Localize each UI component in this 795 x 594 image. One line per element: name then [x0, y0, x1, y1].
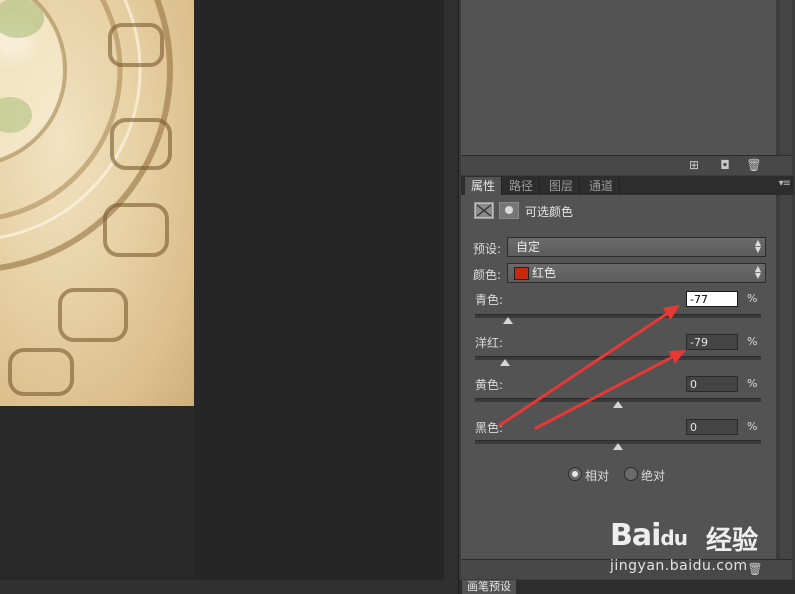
camera-icon[interactable]: ◘: [717, 158, 733, 172]
preset-value: 自定: [516, 240, 541, 254]
scrollbar[interactable]: [780, 0, 792, 155]
panel-footer: ⊞ ◘ 🗑: [461, 155, 792, 175]
tab-paths[interactable]: 路径: [503, 177, 541, 195]
baidu-watermark: Baidu 经验 jingyan.baidu.com: [610, 510, 795, 580]
panel-tabs: 属性 路径 图层 通道 ▾≡: [461, 176, 794, 195]
absolute-radio[interactable]: [624, 467, 638, 481]
slider-label-magenta: 洋红:: [475, 336, 504, 350]
colors-label: 颜色:: [473, 268, 502, 282]
preset-select[interactable]: 自定 ▲ ▼: [507, 237, 766, 257]
tab-layers[interactable]: 图层: [543, 177, 581, 195]
slider-label-cyan: 青色:: [475, 293, 504, 307]
slider-label-black: 黑色:: [475, 421, 504, 435]
magenta-slider-track[interactable]: [475, 356, 761, 360]
percent-unit: %: [747, 420, 758, 433]
preset-label: 预设:: [473, 242, 502, 256]
trash-icon[interactable]: 🗑: [746, 158, 762, 172]
relative-label: 相对: [585, 469, 610, 483]
percent-unit: %: [747, 377, 758, 390]
absolute-label: 绝对: [641, 469, 666, 483]
color-swatch: [514, 267, 529, 280]
panel-gutter: [444, 0, 458, 594]
new-layer-icon[interactable]: ⊞: [686, 158, 702, 172]
scrollbar[interactable]: [780, 195, 792, 559]
watermark-url: jingyan.baidu.com: [610, 558, 748, 574]
panel-content-area: [461, 0, 776, 155]
select-arrows-icon: ▲ ▼: [754, 264, 761, 280]
status-bar: [0, 580, 458, 594]
watermark-cn: 经验: [706, 526, 759, 556]
colors-value: 红色: [532, 266, 557, 280]
glass-dish-illustration: [0, 0, 173, 396]
adjustment-layer-icon: [474, 202, 494, 219]
layers-panel: ⊞ ◘ 🗑: [458, 0, 795, 176]
tab-brush-presets[interactable]: 画笔预设: [462, 580, 516, 594]
black-slider-thumb[interactable]: [613, 443, 623, 450]
tab-properties[interactable]: 属性: [465, 177, 503, 195]
magenta-input[interactable]: -79: [686, 334, 738, 350]
yellow-input[interactable]: 0: [686, 376, 738, 392]
brush-presets-panel: 画笔预设: [458, 580, 795, 594]
tab-channels[interactable]: 通道: [583, 177, 621, 195]
layer-mask-icon[interactable]: [499, 202, 519, 219]
relative-radio[interactable]: [568, 467, 582, 481]
workspace-background: [194, 0, 444, 594]
yellow-slider-thumb[interactable]: [613, 401, 623, 408]
percent-unit: %: [747, 335, 758, 348]
select-arrows-icon: ▲ ▼: [754, 238, 761, 254]
properties-body: 可选颜色 预设: 自定 ▲ ▼ 颜色: 红色 ▲ ▼ 青色: -77 % 洋红: -…: [461, 195, 776, 559]
adjustment-title: 可选颜色: [525, 205, 574, 219]
cyan-slider-track[interactable]: [475, 314, 761, 318]
cyan-input[interactable]: -77: [686, 291, 738, 307]
panel-menu-icon[interactable]: ▾≡: [779, 178, 791, 189]
colors-select[interactable]: 红色 ▲ ▼: [507, 263, 766, 283]
black-input[interactable]: 0: [686, 419, 738, 435]
percent-unit: %: [747, 292, 758, 305]
magenta-slider-thumb[interactable]: [500, 359, 511, 366]
cyan-slider-thumb[interactable]: [502, 317, 513, 324]
watermark-brand: Baidu: [610, 518, 688, 553]
slider-label-yellow: 黄色:: [475, 378, 504, 392]
canvas-photo: [0, 0, 194, 406]
